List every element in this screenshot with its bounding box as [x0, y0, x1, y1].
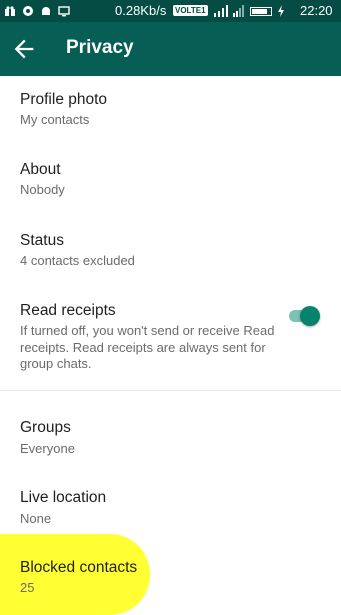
setting-blocked-contacts[interactable]: Blocked contacts 25	[0, 534, 341, 615]
setting-profile-photo[interactable]: Profile photo My contacts	[0, 76, 341, 146]
blocked-count: 25	[20, 580, 35, 595]
setting-value: Nobody	[20, 182, 65, 197]
notification-icons	[4, 4, 70, 18]
setting-read-receipts[interactable]: Read receipts If turned off, you won't s…	[0, 286, 341, 386]
setting-label: About	[20, 161, 61, 178]
clock: 22:20	[300, 3, 333, 18]
arrow-back-icon[interactable]	[10, 35, 38, 63]
app-bar: Privacy	[0, 22, 341, 76]
signal-cluster	[214, 5, 285, 17]
charging-icon	[278, 5, 284, 17]
toggle-thumb	[300, 306, 320, 326]
gift-icon	[5, 6, 15, 16]
setting-description: If turned off, you won't send or receive…	[20, 323, 275, 371]
setting-label: Status	[20, 232, 64, 249]
setting-label: Blocked contacts	[20, 559, 138, 576]
signal-icon	[233, 5, 244, 17]
setting-value: None	[20, 511, 52, 526]
signal-4g-icon	[214, 5, 228, 17]
android-icon	[42, 7, 50, 15]
read-receipts-toggle[interactable]	[287, 305, 321, 327]
setting-status[interactable]: Status 4 contacts excluded	[0, 216, 341, 286]
setting-value: 4 contacts excluded	[20, 253, 135, 268]
chat-bubble-icon	[23, 6, 33, 16]
screen-icon	[58, 6, 70, 17]
setting-about[interactable]: About Nobody	[0, 146, 341, 216]
volte-badge: VOLTE1	[173, 5, 208, 16]
setting-label: Read receipts	[20, 302, 116, 319]
page-title: Privacy	[66, 37, 134, 58]
setting-groups[interactable]: Groups Everyone	[0, 391, 341, 461]
setting-label: Groups	[20, 419, 71, 436]
network-speed: 0.28Kb/s	[115, 3, 167, 18]
setting-live-location[interactable]: Live location None	[0, 461, 341, 531]
setting-label: Profile photo	[20, 91, 108, 108]
battery-icon	[250, 6, 272, 16]
status-bar: 0.28Kb/s VOLTE1 22:20	[0, 0, 341, 22]
setting-label: Live location	[20, 489, 107, 506]
setting-value: My contacts	[20, 112, 90, 127]
setting-value: Everyone	[20, 441, 75, 456]
